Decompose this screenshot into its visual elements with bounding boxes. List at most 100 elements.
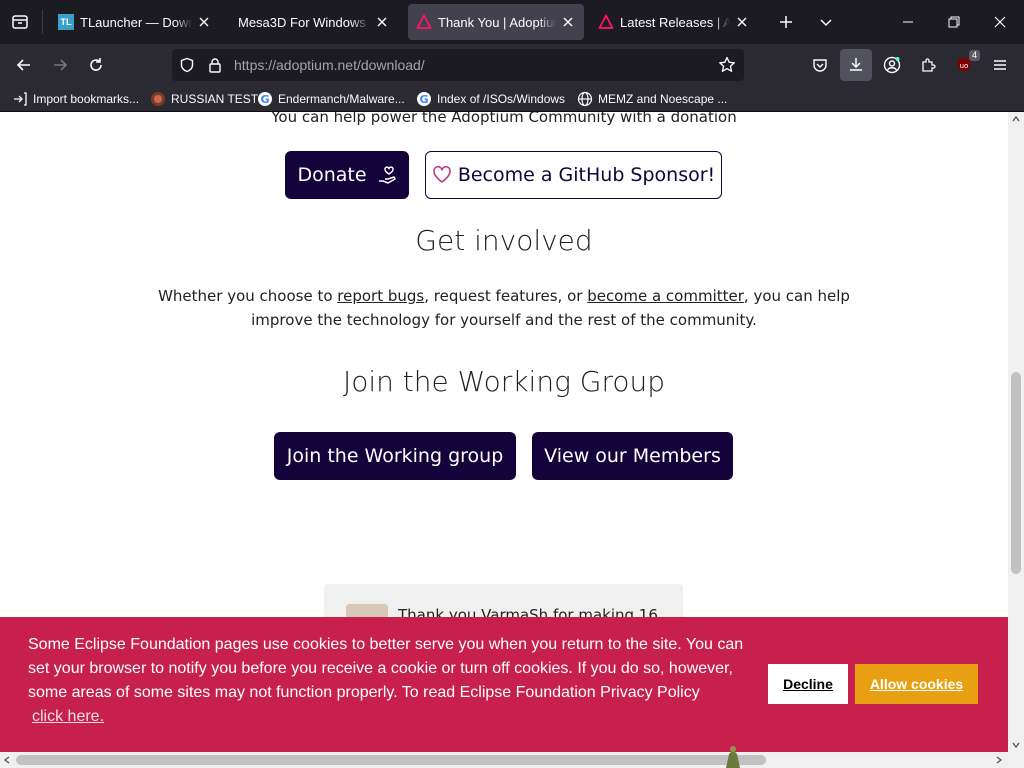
bookmark-endermanch-malware[interactable]: G Endermanch/Malware... [257, 89, 405, 109]
import-icon [12, 91, 28, 107]
close-tab-icon[interactable] [374, 14, 390, 30]
close-tab-icon[interactable] [734, 14, 750, 30]
adoptium-favicon-icon [598, 14, 614, 30]
bookmark-label: Index of /ISOs/Windows [437, 92, 566, 106]
get-involved-paragraph: Whether you choose to report bugs, reque… [130, 284, 878, 332]
vertical-scrollbar[interactable] [1008, 112, 1024, 752]
tab-thank-you-adoptium[interactable]: Thank You | Adoptium [408, 4, 584, 40]
text-fragment: , request features, or [424, 287, 588, 305]
back-button[interactable] [8, 49, 40, 81]
privacy-policy-link[interactable]: click here. [32, 708, 104, 726]
become-committer-link[interactable]: become a committer [587, 287, 744, 305]
cookie-banner: Some Eclipse Foundation pages use cookie… [0, 617, 1008, 752]
tlauncher-favicon-icon: TL [58, 14, 74, 30]
pocket-button[interactable] [804, 49, 836, 81]
downloads-button[interactable] [840, 49, 872, 81]
globe-icon [577, 91, 593, 107]
report-bugs-link[interactable]: report bugs [337, 287, 424, 305]
tab-tlauncher[interactable]: TL TLauncher — Download [50, 4, 220, 40]
cookie-message: Some Eclipse Foundation pages use cookie… [28, 636, 744, 701]
working-group-heading: Join the Working Group [342, 365, 666, 398]
url-host: https://adoptium.net [234, 57, 357, 73]
google-favicon-icon: G [257, 91, 273, 107]
restore-icon [948, 16, 960, 28]
menu-button[interactable] [984, 49, 1016, 81]
arrow-right-icon [54, 59, 68, 71]
close-window-button[interactable] [984, 6, 1016, 38]
bookmark-index-isos[interactable]: G Index of /ISOs/Windows [416, 89, 565, 109]
tab-list-icon [12, 15, 28, 29]
tab-list-button[interactable] [4, 6, 36, 38]
donate-button[interactable]: Donate [285, 151, 409, 199]
horizontal-scroll-thumb[interactable] [16, 755, 766, 765]
get-involved-heading: Get involved [415, 224, 593, 257]
bookmarks-toolbar: Import bookmarks... RUSSIAN TEST G Ender… [0, 86, 1024, 112]
scroll-down-arrow-icon[interactable] [1008, 738, 1024, 752]
restore-button[interactable] [938, 6, 970, 38]
puzzle-icon [922, 58, 936, 72]
bookmark-star-icon[interactable] [718, 56, 736, 74]
scrollbar-corner [1008, 752, 1024, 768]
adoptium-favicon-icon [416, 14, 432, 30]
arrow-left-icon [16, 59, 30, 71]
url-path: /download/ [356, 57, 425, 73]
tab-label: TLauncher — Download [80, 14, 192, 30]
svg-text:G: G [419, 93, 428, 106]
extensions-button[interactable] [912, 49, 944, 81]
bookmark-memz[interactable]: MEMZ and Noescape ... [577, 89, 727, 109]
close-tab-icon[interactable] [560, 14, 576, 30]
minimize-icon [903, 21, 913, 23]
view-members-button[interactable]: View our Members [532, 432, 733, 480]
close-icon [994, 16, 1006, 28]
bookmark-import[interactable]: Import bookmarks... [12, 89, 139, 109]
bookmark-label: RUSSIAN TEST [171, 92, 259, 106]
text-fragment: Whether you choose to [158, 287, 338, 305]
tab-mesa3d[interactable]: Mesa3D For Windows - Builds [228, 4, 398, 40]
tab-label: Latest Releases | Adoptium [620, 14, 730, 30]
bookmark-label: Endermanch/Malware... [278, 92, 405, 106]
list-all-tabs-button[interactable] [810, 6, 842, 38]
account-button[interactable] [876, 49, 908, 81]
account-icon [883, 56, 901, 74]
forward-button[interactable] [44, 49, 76, 81]
vertical-scroll-thumb[interactable] [1011, 372, 1021, 574]
tab-separator [42, 10, 43, 34]
download-icon [850, 58, 862, 71]
lock-icon[interactable] [206, 56, 224, 74]
donate-button-label: Donate [297, 164, 367, 186]
scroll-left-arrow-icon[interactable] [0, 752, 14, 768]
horizontal-scrollbar[interactable] [0, 752, 1008, 768]
google-favicon-icon: G [416, 91, 432, 107]
svg-text:G: G [260, 93, 269, 106]
bookmark-russian-test[interactable]: RUSSIAN TEST [150, 89, 258, 109]
tab-bar: TL TLauncher — Download Mesa3D For Windo… [0, 0, 1024, 44]
chevron-down-icon [820, 19, 832, 27]
navigation-toolbar: https://adoptium.net/download/ uo 4 [0, 44, 1024, 86]
heart-icon [433, 165, 451, 183]
github-sponsor-button[interactable]: Become a GitHub Sponsor! [425, 151, 722, 199]
extension-badge-count: 4 [968, 50, 980, 61]
tab-label: Mesa3D For Windows - Builds [238, 14, 370, 30]
url-text[interactable]: https://adoptium.net/download/ [234, 57, 425, 73]
reload-icon [90, 58, 102, 71]
reload-button[interactable] [80, 49, 112, 81]
russian-test-favicon-icon [150, 91, 166, 107]
allow-cookies-button[interactable]: Allow cookies [855, 664, 978, 704]
shield-icon[interactable] [178, 56, 196, 74]
ublock-origin-button[interactable]: uo 4 [948, 49, 980, 81]
scroll-right-arrow-icon[interactable] [992, 752, 1006, 768]
close-tab-icon[interactable] [196, 14, 212, 30]
bookmark-label: MEMZ and Noescape ... [598, 92, 728, 106]
address-bar[interactable]: https://adoptium.net/download/ [172, 49, 744, 81]
page-viewport: You can help power the Adoptium Communit… [0, 112, 1008, 752]
scroll-up-arrow-icon[interactable] [1008, 112, 1024, 126]
minimize-button[interactable] [892, 6, 924, 38]
join-working-group-button[interactable]: Join the Working group [274, 432, 516, 480]
plus-icon [780, 16, 792, 28]
tab-label: Thank You | Adoptium [438, 14, 556, 30]
new-tab-button[interactable] [770, 6, 802, 38]
tab-latest-releases[interactable]: Latest Releases | Adoptium [590, 4, 758, 40]
decline-cookies-button[interactable]: Decline [768, 664, 848, 704]
hamburger-menu-icon [994, 60, 1006, 70]
hand-heart-icon [378, 166, 396, 184]
